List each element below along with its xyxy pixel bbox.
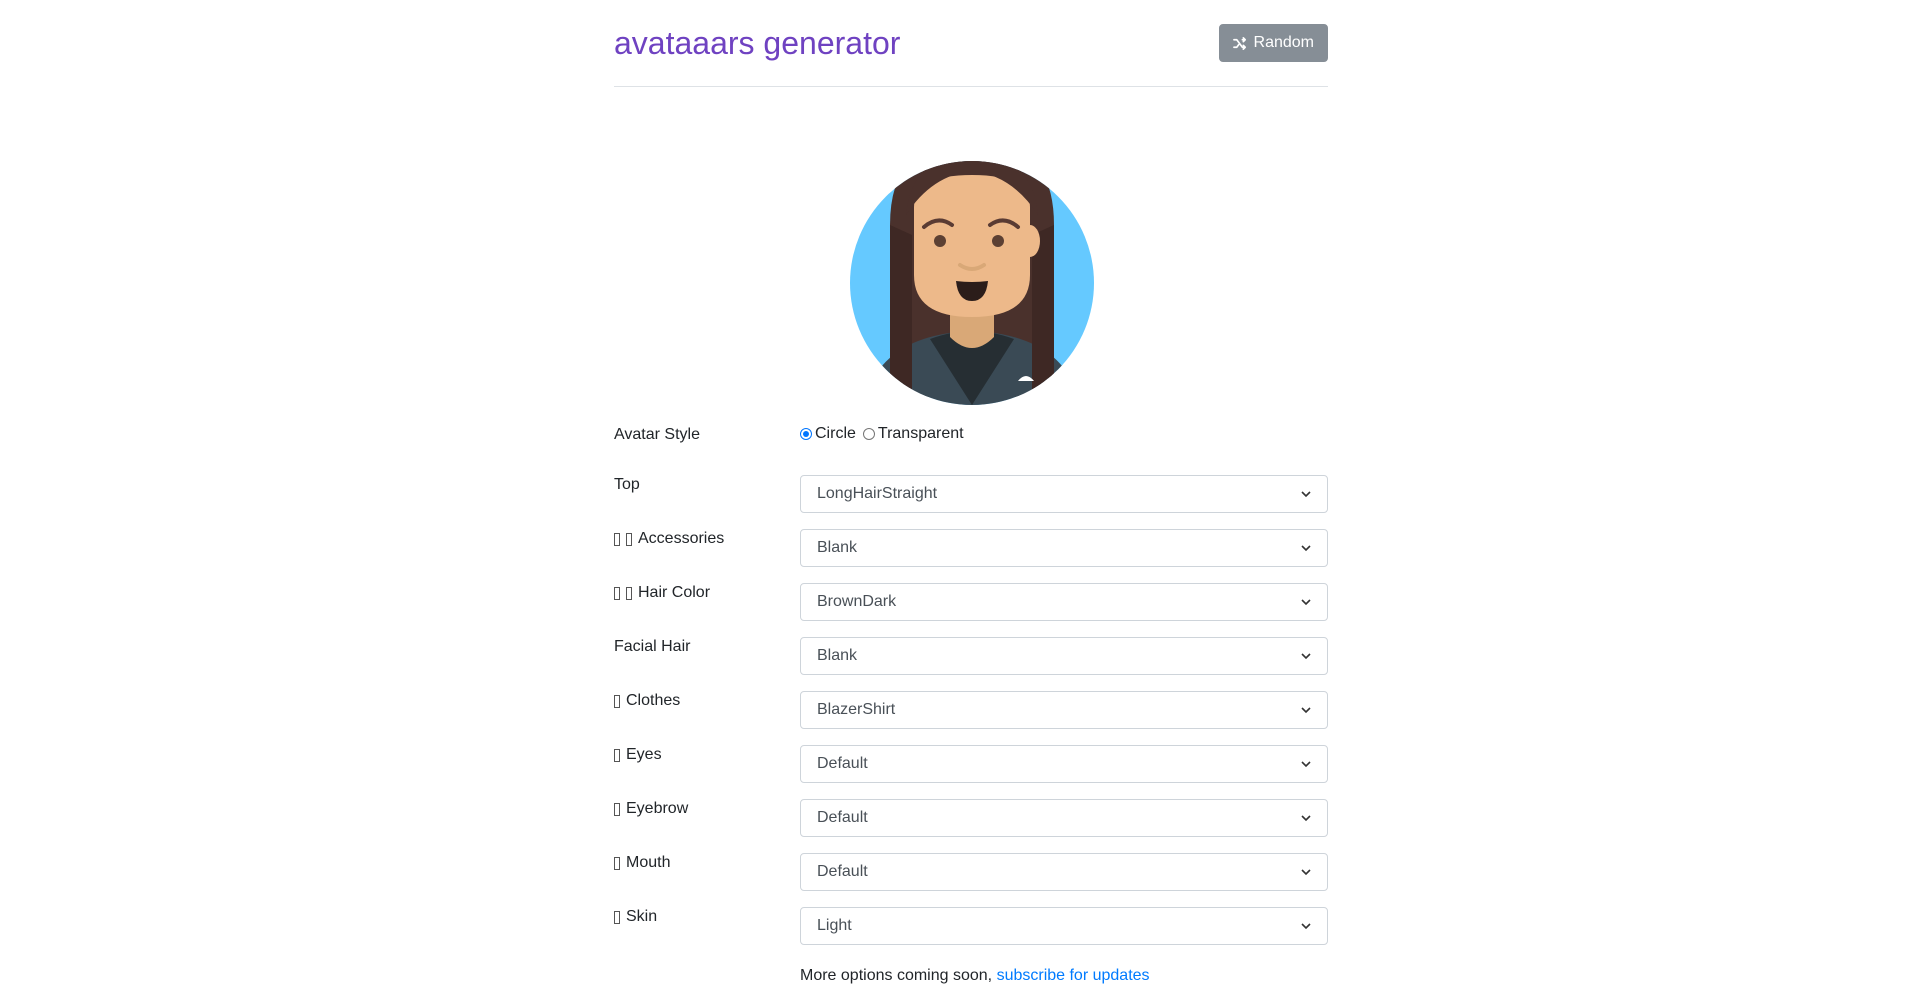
hair-color-label: Hair Color [614, 583, 710, 603]
shuffle-icon [1232, 36, 1246, 50]
footer-note: More options coming soon, subscribe for … [800, 967, 1150, 984]
skin-label: Skin [614, 907, 657, 927]
radio-circle[interactable] [800, 428, 812, 440]
missing-glyph-icon [614, 694, 620, 708]
mouth-label: Mouth [614, 853, 670, 873]
clothes-select[interactable]: BlazerShirt [800, 691, 1328, 729]
facial-hair-row: Facial Hair Blank [614, 637, 1328, 675]
missing-glyph-icon [614, 532, 620, 546]
missing-glyph-icon [614, 910, 620, 924]
avatar-image [850, 161, 1094, 405]
eyebrow-select[interactable]: Default [800, 799, 1328, 837]
subscribe-link[interactable]: subscribe for updates [997, 967, 1150, 984]
missing-glyph-icon [626, 532, 632, 546]
radio-transparent-label[interactable]: Transparent [878, 425, 964, 443]
chevron-down-icon [1301, 599, 1311, 606]
facial-hair-select[interactable]: Blank [800, 637, 1328, 675]
missing-glyph-icon [626, 586, 632, 600]
avatar-style-label: Avatar Style [614, 426, 700, 443]
random-button-label: Random [1253, 34, 1314, 51]
missing-glyph-icon [614, 856, 620, 870]
chevron-down-icon [1301, 869, 1311, 876]
chevron-down-icon [1301, 653, 1311, 660]
missing-glyph-icon [614, 586, 620, 600]
chevron-down-icon [1301, 707, 1311, 714]
avatar-style-row: Avatar Style Circle Transparent [614, 425, 1328, 463]
page-header: avataaars generator Random [614, 0, 1328, 87]
mouth-select[interactable]: Default [800, 853, 1328, 891]
radio-circle-label[interactable]: Circle [815, 425, 856, 443]
facial-hair-label: Facial Hair [614, 638, 691, 655]
top-row: Top LongHairStraight [614, 475, 1328, 513]
chevron-down-icon [1301, 761, 1311, 768]
eyebrow-row: Eyebrow Default [614, 799, 1328, 837]
eyes-select[interactable]: Default [800, 745, 1328, 783]
chevron-down-icon [1301, 815, 1311, 822]
chevron-down-icon [1301, 923, 1311, 930]
chevron-down-icon [1301, 545, 1311, 552]
skin-row: Skin Light [614, 907, 1328, 945]
mouth-row: Mouth Default [614, 853, 1328, 891]
avatar-preview [842, 135, 1102, 405]
clothes-label: Clothes [614, 691, 680, 711]
hair-color-row: Hair Color BrownDark [614, 583, 1328, 621]
chevron-down-icon [1301, 491, 1311, 498]
eyebrow-label: Eyebrow [614, 799, 688, 819]
eyes-row: Eyes Default [614, 745, 1328, 783]
missing-glyph-icon [614, 802, 620, 816]
accessories-row: Accessories Blank [614, 529, 1328, 567]
accessories-select[interactable]: Blank [800, 529, 1328, 567]
clothes-row: Clothes BlazerShirt [614, 691, 1328, 729]
skin-select[interactable]: Light [800, 907, 1328, 945]
main-container: avataaars generator Random Avatar Style … [614, 0, 1328, 984]
hair-color-select[interactable]: BrownDark [800, 583, 1328, 621]
radio-transparent[interactable] [862, 428, 875, 440]
random-button[interactable]: Random [1218, 24, 1328, 62]
accessories-label: Accessories [614, 529, 724, 549]
top-label: Top [614, 476, 640, 493]
page-title: avataaars generator [614, 25, 901, 61]
missing-glyph-icon [614, 748, 620, 762]
eyes-label: Eyes [614, 745, 662, 765]
top-select[interactable]: LongHairStraight [800, 475, 1328, 513]
avatar-style-radio-group: Circle Transparent [800, 425, 968, 443]
